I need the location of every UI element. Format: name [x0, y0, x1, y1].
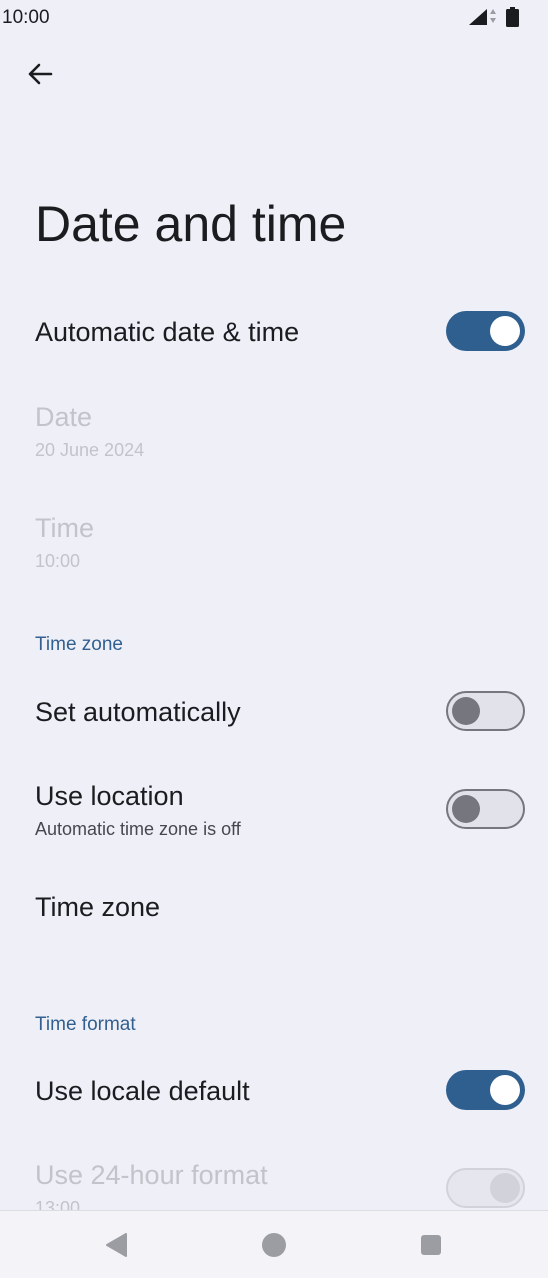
- section-header-time-zone: Time zone: [35, 634, 123, 655]
- switch-thumb: [452, 795, 480, 823]
- use-locale-default-label: Use locale default: [35, 1076, 250, 1106]
- back-arrow-icon: [28, 63, 53, 85]
- time-row: Time 10:00: [0, 500, 548, 590]
- auto-date-time-switch[interactable]: [446, 311, 525, 351]
- status-time: 10:00: [2, 7, 50, 28]
- signal-icon: [469, 9, 487, 25]
- status-bar: 10:00: [0, 0, 548, 36]
- use-24-hour-label: Use 24-hour format: [35, 1160, 268, 1190]
- page-title: Date and time: [35, 196, 347, 252]
- use-location-subtitle: Automatic time zone is off: [35, 819, 241, 839]
- date-row: Date 20 June 2024: [0, 390, 548, 480]
- use-location-row[interactable]: Use location Automatic time zone is off: [0, 768, 548, 860]
- use-24-hour-switch: [446, 1168, 525, 1208]
- set-automatically-label: Set automatically: [35, 697, 241, 727]
- switch-thumb: [452, 697, 480, 725]
- nav-home-button[interactable]: [250, 1223, 298, 1267]
- back-button[interactable]: [16, 50, 64, 98]
- nav-recents-button[interactable]: [407, 1223, 455, 1267]
- use-location-label: Use location: [35, 781, 184, 811]
- time-label: Time: [35, 513, 94, 543]
- set-automatically-row[interactable]: Set automatically: [0, 670, 548, 754]
- nav-back-icon: [106, 1233, 127, 1257]
- set-automatically-switch[interactable]: [446, 691, 525, 731]
- switch-thumb: [490, 1075, 520, 1105]
- time-zone-label: Time zone: [35, 892, 161, 922]
- nav-home-icon: [262, 1233, 286, 1257]
- date-value: 20 June 2024: [35, 440, 145, 460]
- auto-date-time-row[interactable]: Automatic date & time: [0, 290, 548, 374]
- data-arrows-icon: [490, 9, 496, 23]
- use-24-hour-subtitle: 13:00: [35, 1198, 81, 1210]
- battery-icon: [506, 7, 519, 27]
- time-value: 10:00: [35, 551, 81, 571]
- section-header-time-format: Time format: [35, 1014, 136, 1035]
- switch-thumb: [490, 316, 520, 346]
- date-label: Date: [35, 402, 93, 432]
- navigation-bar: [0, 1210, 548, 1278]
- time-zone-row[interactable]: Time zone: [0, 870, 548, 950]
- use-locale-default-row[interactable]: Use locale default: [0, 1050, 548, 1134]
- use-24-hour-row: Use 24-hour format 13:00: [0, 1148, 548, 1210]
- nav-back-button[interactable]: [92, 1223, 140, 1267]
- auto-date-time-label: Automatic date & time: [35, 317, 300, 347]
- nav-recents-icon: [421, 1235, 441, 1255]
- date-and-time-screen: 10:00 Date and time Automatic date & tim…: [0, 0, 548, 1278]
- switch-thumb: [490, 1173, 520, 1203]
- use-location-switch[interactable]: [446, 789, 525, 829]
- use-locale-default-switch[interactable]: [446, 1070, 525, 1110]
